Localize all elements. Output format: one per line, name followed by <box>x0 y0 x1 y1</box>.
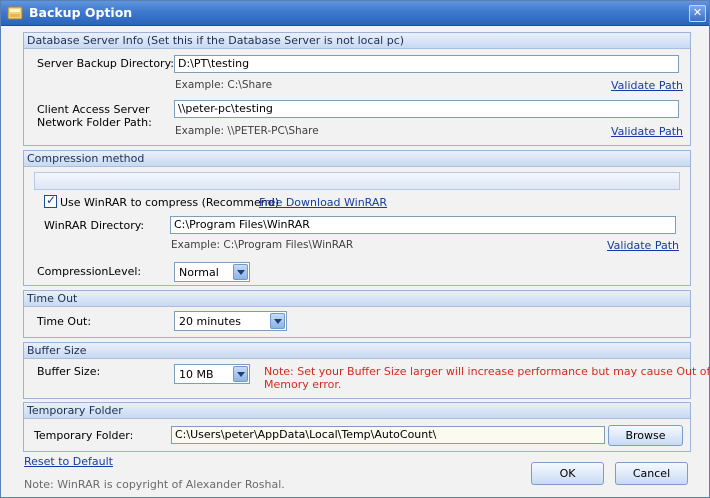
chevron-down-icon[interactable] <box>270 313 285 329</box>
compression-level-value: Normal <box>179 266 219 279</box>
chevron-down-icon[interactable] <box>233 366 248 382</box>
browse-button[interactable]: Browse <box>608 425 683 446</box>
temporary-folder-header: Temporary Folder <box>24 403 690 419</box>
client-access-label-line2: Network Folder Path: <box>37 116 152 129</box>
time-out-group: Time Out Time Out: 20 minutes <box>23 290 691 338</box>
compression-level-label: CompressionLevel: <box>37 265 142 278</box>
free-download-winrar-link[interactable]: Free Download WinRAR <box>259 196 387 209</box>
validate-server-path-link[interactable]: Validate Path <box>611 79 683 92</box>
validate-client-path-link[interactable]: Validate Path <box>611 125 683 138</box>
time-out-label: Time Out: <box>37 315 92 328</box>
database-server-header: Database Server Info (Set this if the Da… <box>24 33 690 49</box>
compression-level-select[interactable]: Normal <box>174 262 250 282</box>
client-access-label-line1: Client Access Server <box>37 103 150 116</box>
compression-method-group: Compression method Use WinRAR to compres… <box>23 150 691 286</box>
temporary-folder-label: Temporary Folder: <box>34 429 134 442</box>
buffer-size-label: Buffer Size: <box>37 365 101 378</box>
temporary-folder-input[interactable]: C:\Users\peter\AppData\Local\Temp\AutoCo… <box>171 426 605 444</box>
client-network-example: Example: \\PETER-PC\Share <box>175 125 319 137</box>
temporary-folder-group: Temporary Folder Temporary Folder: C:\Us… <box>23 402 691 452</box>
chevron-down-icon[interactable] <box>233 264 248 280</box>
cancel-button[interactable]: Cancel <box>615 462 688 485</box>
title-bar: Backup Option ✕ <box>1 1 709 26</box>
server-backup-directory-input[interactable]: D:\PT\testing <box>174 55 679 73</box>
time-out-select[interactable]: 20 minutes <box>174 311 287 331</box>
time-out-value: 20 minutes <box>179 315 242 328</box>
buffer-size-select[interactable]: 10 MB <box>174 364 250 384</box>
client-network-folder-input[interactable]: \\peter-pc\testing <box>174 100 679 118</box>
compression-method-header: Compression method <box>24 151 690 167</box>
use-winrar-label: Use WinRAR to compress (Recommend) <box>60 196 280 209</box>
winrar-copyright-note: Note: WinRAR is copyright of Alexander R… <box>24 478 285 491</box>
buffer-size-warning-line1: Note: Set your Buffer Size larger will i… <box>264 365 710 378</box>
winrar-directory-example: Example: C:\Program Files\WinRAR <box>171 239 354 251</box>
validate-winrar-path-link[interactable]: Validate Path <box>607 239 679 252</box>
buffer-size-value: 10 MB <box>179 368 214 381</box>
server-backup-example: Example: C:\Share <box>175 79 273 91</box>
winrar-subsection-band <box>34 172 680 190</box>
winrar-directory-label: WinRAR Directory: <box>44 219 145 232</box>
window-title: Backup Option <box>29 5 133 20</box>
backup-option-dialog: Backup Option ✕ Database Server Info (Se… <box>0 0 710 498</box>
reset-to-default-link[interactable]: Reset to Default <box>24 455 113 468</box>
use-winrar-checkbox[interactable] <box>44 193 57 208</box>
buffer-size-header: Buffer Size <box>24 343 690 359</box>
buffer-size-warning-line2: Memory error. <box>264 378 342 391</box>
buffer-size-group: Buffer Size Buffer Size: 10 MB Note: Set… <box>23 342 710 399</box>
winrar-directory-input[interactable]: C:\Program Files\WinRAR <box>170 216 676 234</box>
close-icon[interactable]: ✕ <box>689 5 706 22</box>
database-server-group: Database Server Info (Set this if the Da… <box>23 32 691 146</box>
ok-button[interactable]: OK <box>531 462 604 485</box>
backup-app-icon <box>7 6 23 20</box>
time-out-header: Time Out <box>24 291 690 307</box>
server-backup-directory-label: Server Backup Directory: <box>37 57 174 70</box>
